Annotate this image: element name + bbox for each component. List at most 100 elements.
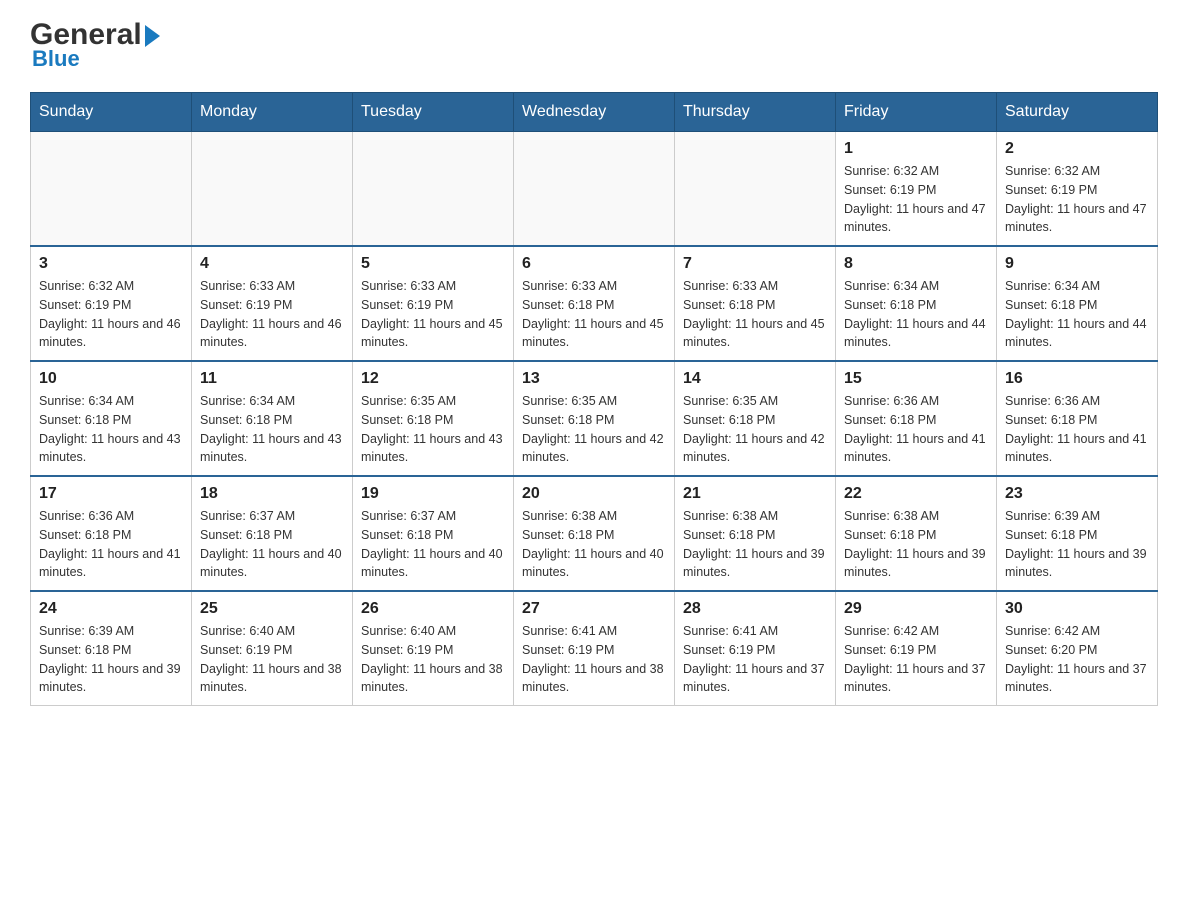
logo-arrow-icon [145, 25, 160, 47]
calendar-cell: 20 Sunrise: 6:38 AMSunset: 6:18 PMDayligh… [514, 476, 675, 591]
day-number: 13 [522, 370, 666, 388]
day-info: Sunrise: 6:33 AMSunset: 6:18 PMDaylight:… [522, 277, 666, 352]
day-number: 28 [683, 600, 827, 618]
column-header-wednesday: Wednesday [514, 93, 675, 132]
calendar-cell: 30 Sunrise: 6:42 AMSunset: 6:20 PMDayligh… [997, 591, 1158, 706]
calendar-cell: 25Sunrise: 6:40 AMSunset: 6:19 PMDayligh… [192, 591, 353, 706]
calendar-cell: 12 Sunrise: 6:35 AMSunset: 6:18 PMDayligh… [353, 361, 514, 476]
calendar-cell: 13Sunrise: 6:35 AMSunset: 6:18 PMDayligh… [514, 361, 675, 476]
logo: General Blue [30, 20, 160, 72]
day-info: Sunrise: 6:34 AMSunset: 6:18 PMDaylight:… [1005, 277, 1149, 352]
calendar-table: SundayMondayTuesdayWednesdayThursdayFrid… [30, 92, 1158, 706]
day-number: 12 [361, 370, 505, 388]
day-info: Sunrise: 6:41 AMSunset: 6:19 PMDaylight:… [522, 622, 666, 697]
calendar-cell: 22Sunrise: 6:38 AMSunset: 6:18 PMDayligh… [836, 476, 997, 591]
day-info: Sunrise: 6:34 AMSunset: 6:18 PMDaylight:… [200, 392, 344, 467]
day-number: 4 [200, 255, 344, 273]
day-info: Sunrise: 6:35 AMSunset: 6:18 PMDaylight:… [361, 392, 505, 467]
column-header-thursday: Thursday [675, 93, 836, 132]
column-header-tuesday: Tuesday [353, 93, 514, 132]
calendar-week-row: 10Sunrise: 6:34 AMSunset: 6:18 PMDayligh… [31, 361, 1158, 476]
calendar-cell: 19 Sunrise: 6:37 AMSunset: 6:18 PMDayligh… [353, 476, 514, 591]
day-number: 21 [683, 485, 827, 503]
calendar-cell: 14 Sunrise: 6:35 AMSunset: 6:18 PMDayligh… [675, 361, 836, 476]
day-info: Sunrise: 6:33 AMSunset: 6:19 PMDaylight:… [361, 277, 505, 352]
calendar-header-row: SundayMondayTuesdayWednesdayThursdayFrid… [31, 93, 1158, 132]
day-number: 24 [39, 600, 183, 618]
day-info: Sunrise: 6:37 AMSunset: 6:18 PMDaylight:… [361, 507, 505, 582]
day-number: 7 [683, 255, 827, 273]
day-info: Sunrise: 6:39 AMSunset: 6:18 PMDaylight:… [39, 622, 183, 697]
day-info: Sunrise: 6:32 AMSunset: 6:19 PMDaylight:… [844, 162, 988, 237]
calendar-cell: 3 Sunrise: 6:32 AMSunset: 6:19 PMDaylight… [31, 246, 192, 361]
day-info: Sunrise: 6:33 AMSunset: 6:18 PMDaylight:… [683, 277, 827, 352]
day-number: 20 [522, 485, 666, 503]
column-header-saturday: Saturday [997, 93, 1158, 132]
day-info: Sunrise: 6:36 AMSunset: 6:18 PMDaylight:… [39, 507, 183, 582]
column-header-friday: Friday [836, 93, 997, 132]
calendar-cell: 27 Sunrise: 6:41 AMSunset: 6:19 PMDayligh… [514, 591, 675, 706]
day-info: Sunrise: 6:36 AMSunset: 6:18 PMDaylight:… [844, 392, 988, 467]
day-number: 2 [1005, 140, 1149, 158]
day-number: 6 [522, 255, 666, 273]
day-number: 3 [39, 255, 183, 273]
calendar-cell [192, 132, 353, 247]
day-number: 27 [522, 600, 666, 618]
day-number: 16 [1005, 370, 1149, 388]
day-number: 15 [844, 370, 988, 388]
calendar-cell: 11 Sunrise: 6:34 AMSunset: 6:18 PMDayligh… [192, 361, 353, 476]
day-number: 26 [361, 600, 505, 618]
day-number: 18 [200, 485, 344, 503]
calendar-week-row: 17 Sunrise: 6:36 AMSunset: 6:18 PMDayligh… [31, 476, 1158, 591]
day-number: 30 [1005, 600, 1149, 618]
calendar-cell: 9Sunrise: 6:34 AMSunset: 6:18 PMDaylight… [997, 246, 1158, 361]
column-header-sunday: Sunday [31, 93, 192, 132]
day-number: 8 [844, 255, 988, 273]
day-info: Sunrise: 6:42 AMSunset: 6:20 PMDaylight:… [1005, 622, 1149, 697]
day-number: 25 [200, 600, 344, 618]
calendar-week-row: 3 Sunrise: 6:32 AMSunset: 6:19 PMDaylight… [31, 246, 1158, 361]
calendar-cell: 28Sunrise: 6:41 AMSunset: 6:19 PMDayligh… [675, 591, 836, 706]
calendar-cell: 18 Sunrise: 6:37 AMSunset: 6:18 PMDayligh… [192, 476, 353, 591]
calendar-cell: 7 Sunrise: 6:33 AMSunset: 6:18 PMDaylight… [675, 246, 836, 361]
day-info: Sunrise: 6:36 AMSunset: 6:18 PMDaylight:… [1005, 392, 1149, 467]
calendar-cell: 1 Sunrise: 6:32 AMSunset: 6:19 PMDaylight… [836, 132, 997, 247]
day-number: 23 [1005, 485, 1149, 503]
day-number: 17 [39, 485, 183, 503]
day-info: Sunrise: 6:42 AMSunset: 6:19 PMDaylight:… [844, 622, 988, 697]
day-number: 14 [683, 370, 827, 388]
calendar-cell: 23 Sunrise: 6:39 AMSunset: 6:18 PMDayligh… [997, 476, 1158, 591]
day-number: 5 [361, 255, 505, 273]
calendar-cell: 15 Sunrise: 6:36 AMSunset: 6:18 PMDayligh… [836, 361, 997, 476]
calendar-cell: 16 Sunrise: 6:36 AMSunset: 6:18 PMDayligh… [997, 361, 1158, 476]
day-number: 19 [361, 485, 505, 503]
day-info: Sunrise: 6:38 AMSunset: 6:18 PMDaylight:… [683, 507, 827, 582]
day-info: Sunrise: 6:34 AMSunset: 6:18 PMDaylight:… [844, 277, 988, 352]
calendar-cell: 5 Sunrise: 6:33 AMSunset: 6:19 PMDaylight… [353, 246, 514, 361]
calendar-cell [353, 132, 514, 247]
page-header: General Blue [30, 20, 1158, 72]
calendar-cell: 2 Sunrise: 6:32 AMSunset: 6:19 PMDaylight… [997, 132, 1158, 247]
calendar-cell: 10Sunrise: 6:34 AMSunset: 6:18 PMDayligh… [31, 361, 192, 476]
day-number: 1 [844, 140, 988, 158]
calendar-cell: 4 Sunrise: 6:33 AMSunset: 6:19 PMDaylight… [192, 246, 353, 361]
day-info: Sunrise: 6:32 AMSunset: 6:19 PMDaylight:… [39, 277, 183, 352]
calendar-cell: 17 Sunrise: 6:36 AMSunset: 6:18 PMDayligh… [31, 476, 192, 591]
day-info: Sunrise: 6:33 AMSunset: 6:19 PMDaylight:… [200, 277, 344, 352]
day-info: Sunrise: 6:35 AMSunset: 6:18 PMDaylight:… [683, 392, 827, 467]
calendar-cell: 24 Sunrise: 6:39 AMSunset: 6:18 PMDayligh… [31, 591, 192, 706]
day-number: 11 [200, 370, 344, 388]
calendar-cell: 6 Sunrise: 6:33 AMSunset: 6:18 PMDaylight… [514, 246, 675, 361]
day-info: Sunrise: 6:40 AMSunset: 6:19 PMDaylight:… [361, 622, 505, 697]
logo-blue-word: Blue [32, 46, 80, 72]
calendar-week-row: 1 Sunrise: 6:32 AMSunset: 6:19 PMDaylight… [31, 132, 1158, 247]
calendar-cell [514, 132, 675, 247]
day-info: Sunrise: 6:38 AMSunset: 6:18 PMDaylight:… [844, 507, 988, 582]
day-info: Sunrise: 6:38 AMSunset: 6:18 PMDaylight:… [522, 507, 666, 582]
day-number: 29 [844, 600, 988, 618]
day-info: Sunrise: 6:39 AMSunset: 6:18 PMDaylight:… [1005, 507, 1149, 582]
day-info: Sunrise: 6:37 AMSunset: 6:18 PMDaylight:… [200, 507, 344, 582]
day-info: Sunrise: 6:32 AMSunset: 6:19 PMDaylight:… [1005, 162, 1149, 237]
calendar-cell: 29 Sunrise: 6:42 AMSunset: 6:19 PMDayligh… [836, 591, 997, 706]
day-info: Sunrise: 6:34 AMSunset: 6:18 PMDaylight:… [39, 392, 183, 467]
